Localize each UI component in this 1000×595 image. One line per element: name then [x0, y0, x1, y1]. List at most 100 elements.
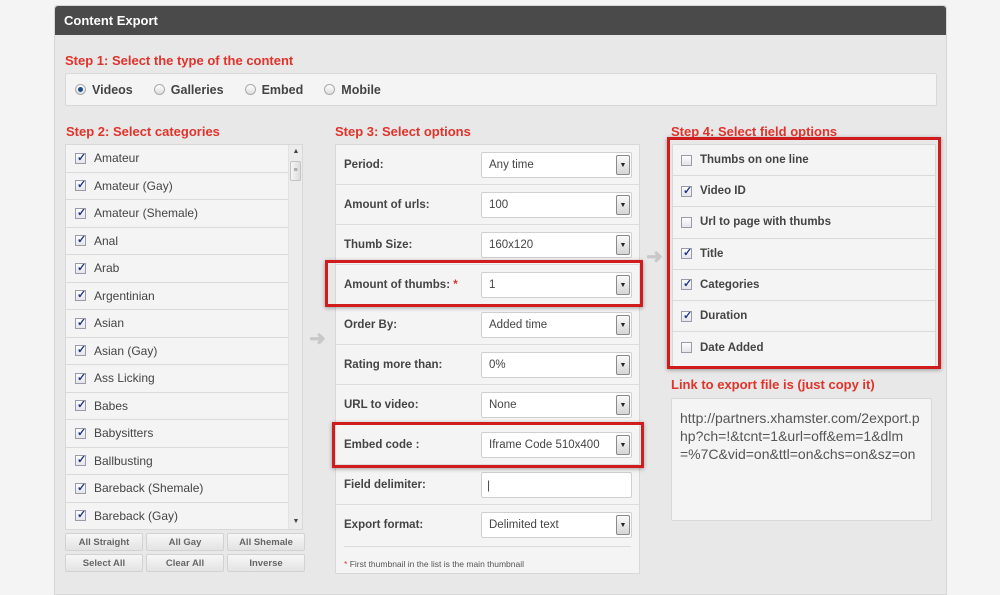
step2-title: Step 2: Select categories: [66, 124, 220, 139]
checkbox[interactable]: [681, 216, 692, 228]
radio-icon[interactable]: [244, 84, 256, 95]
checkbox[interactable]: [75, 288, 86, 302]
amount-urls-select[interactable]: 100 ▼: [481, 191, 632, 218]
radio-icon[interactable]: [75, 84, 86, 95]
field-option[interactable]: Video ID: [673, 176, 935, 208]
category-item[interactable]: Amateur (Shemale): [66, 200, 288, 228]
scroll-up-icon[interactable]: ▲: [291, 147, 301, 157]
category-item[interactable]: Bareback (Shemale): [66, 475, 288, 503]
export-link-title: Link to export file is (just copy it): [671, 377, 875, 392]
rating-select[interactable]: 0% ▼: [481, 351, 632, 378]
checkbox[interactable]: [681, 277, 692, 291]
chevron-down-icon[interactable]: ▼: [616, 234, 630, 255]
checkbox[interactable]: [75, 508, 86, 522]
radio-mobile[interactable]: Mobile: [324, 83, 381, 97]
amount-thumbs-select[interactable]: 1 ▼: [481, 271, 632, 298]
order-by-select[interactable]: Added time ▼: [481, 311, 632, 338]
category-label: Amateur: [94, 151, 140, 166]
category-item[interactable]: Bareback (Gay): [66, 502, 288, 529]
field-option-label: Categories: [700, 278, 760, 291]
radio-icon[interactable]: [324, 84, 336, 95]
step3-title: Step 3: Select options: [335, 124, 471, 139]
checkbox[interactable]: [75, 426, 86, 439]
url-video-select[interactable]: None ▼: [481, 391, 632, 418]
radio-embed[interactable]: Embed: [244, 83, 303, 97]
category-item[interactable]: Babes: [66, 392, 288, 420]
category-item[interactable]: Argentinian: [66, 282, 288, 310]
chevron-down-icon[interactable]: ▼: [616, 154, 630, 175]
checkbox[interactable]: [75, 453, 86, 467]
option-rating: Rating more than: 0% ▼: [336, 345, 639, 385]
field-option[interactable]: Title: [673, 239, 935, 270]
checkbox[interactable]: [75, 481, 86, 494]
field-delimiter-input[interactable]: [481, 471, 632, 498]
category-buttons: All Straight All Gay All Shemale Select …: [65, 533, 305, 572]
checkbox[interactable]: [75, 178, 86, 192]
field-option-label: Duration: [700, 310, 748, 323]
category-item[interactable]: Asian: [66, 310, 288, 338]
field-option-label: Thumbs on one line: [700, 154, 809, 167]
checkbox[interactable]: [681, 309, 692, 322]
chevron-down-icon[interactable]: ▼: [616, 394, 630, 415]
export-link-textarea[interactable]: http://partners.xhamster.com/2export.php…: [671, 398, 932, 521]
thumb-size-select[interactable]: 160x120 ▼: [481, 231, 632, 258]
scroll-thumb[interactable]: ≡: [290, 161, 301, 181]
category-item[interactable]: Ballbusting: [66, 447, 288, 475]
scrollbar[interactable]: ▲ ≡ ▼: [288, 145, 302, 529]
option-amount-thumbs: Amount of thumbs: * 1 ▼: [336, 265, 639, 305]
checkbox[interactable]: [75, 206, 86, 219]
select-all-button[interactable]: Select All: [65, 554, 143, 572]
category-item[interactable]: Ass Licking: [66, 365, 288, 393]
chevron-down-icon[interactable]: ▼: [616, 314, 630, 335]
all-shemale-button[interactable]: All Shemale: [227, 533, 305, 551]
category-item[interactable]: Anal: [66, 227, 288, 255]
option-field-delimiter: Field delimiter:: [336, 465, 639, 505]
field-option[interactable]: Url to page with thumbs: [673, 207, 935, 239]
checkbox[interactable]: [75, 316, 86, 329]
option-order-by: Order By: Added time ▼: [336, 305, 639, 345]
field-option[interactable]: Thumbs on one line: [673, 145, 935, 177]
radio-videos[interactable]: Videos: [75, 83, 133, 97]
arrow-right-icon: ➜: [309, 328, 326, 350]
embed-code-select[interactable]: Iframe Code 510x400 ▼: [481, 431, 632, 458]
chevron-down-icon[interactable]: ▼: [616, 515, 630, 535]
category-item[interactable]: Babysitters: [66, 420, 288, 448]
field-option[interactable]: Date Added: [673, 332, 935, 363]
inverse-button[interactable]: Inverse: [227, 554, 305, 572]
field-options-list: Thumbs on one line Video ID Url to page wi…: [672, 144, 936, 369]
radio-galleries[interactable]: Galleries: [153, 83, 224, 97]
period-select[interactable]: Any time ▼: [481, 151, 632, 178]
category-label: Ballbusting: [94, 453, 153, 468]
chevron-down-icon[interactable]: ▼: [616, 274, 630, 295]
checkbox[interactable]: [681, 342, 692, 354]
category-items: Amateur Amateur (Gay) Amateur (Shemale) Ana…: [66, 145, 288, 529]
checkbox[interactable]: [75, 151, 86, 164]
category-item[interactable]: Amateur: [66, 145, 288, 173]
clear-all-button[interactable]: Clear All: [146, 554, 224, 572]
all-gay-button[interactable]: All Gay: [146, 533, 224, 551]
chevron-down-icon[interactable]: ▼: [616, 354, 630, 375]
category-item[interactable]: Arab: [66, 255, 288, 283]
category-item[interactable]: Amateur (Gay): [66, 172, 288, 200]
checkbox[interactable]: [75, 233, 86, 247]
checkbox[interactable]: [75, 371, 86, 384]
radio-icon[interactable]: [153, 84, 165, 95]
category-label: Amateur (Gay): [94, 178, 173, 193]
checkbox[interactable]: [681, 184, 692, 197]
category-item[interactable]: Asian (Gay): [66, 337, 288, 365]
checkbox[interactable]: [681, 246, 692, 260]
field-option[interactable]: Duration: [673, 301, 935, 333]
scroll-down-icon[interactable]: ▼: [291, 517, 301, 527]
chevron-down-icon[interactable]: ▼: [616, 434, 630, 455]
field-option[interactable]: Categories: [673, 270, 935, 301]
category-label: Asian: [94, 316, 125, 331]
checkbox[interactable]: [75, 343, 86, 357]
export-format-select[interactable]: Delimited text ▼: [481, 512, 632, 538]
chevron-down-icon[interactable]: ▼: [616, 194, 630, 215]
options-panel: Period: Any time ▼ Amount of urls: 100 ▼ T…: [335, 144, 640, 574]
all-straight-button[interactable]: All Straight: [65, 533, 143, 551]
checkbox[interactable]: [75, 261, 86, 274]
checkbox[interactable]: [681, 154, 692, 166]
checkbox[interactable]: [75, 398, 86, 412]
category-label: Asian (Gay): [94, 343, 158, 358]
